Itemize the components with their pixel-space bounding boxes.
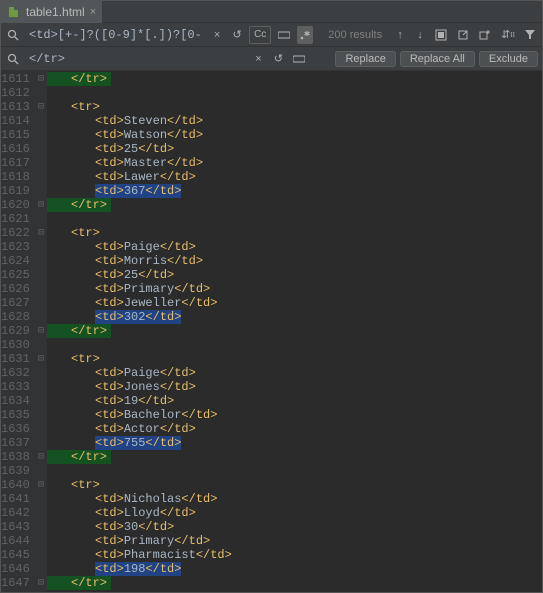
editor[interactable]: 1611161216131614161516161617161816191620… bbox=[1, 71, 542, 592]
prev-match-icon[interactable]: ↑ bbox=[392, 26, 408, 44]
result-count: 200 results bbox=[322, 29, 388, 41]
clear-find-icon[interactable]: × bbox=[209, 26, 225, 44]
find-bar: × ↺ Cc 200 results ↑ ↓ ⇵II bbox=[1, 23, 542, 47]
words-button[interactable] bbox=[275, 26, 293, 44]
replace-icon bbox=[5, 51, 21, 67]
history-icon[interactable]: ↺ bbox=[229, 26, 245, 44]
match-case-button[interactable]: Cc bbox=[249, 26, 271, 44]
search-icon bbox=[5, 27, 21, 43]
preserve-case-icon[interactable] bbox=[290, 50, 308, 68]
toggle-selection-icon[interactable]: ⇵II bbox=[498, 26, 518, 44]
add-selection-icon[interactable] bbox=[476, 26, 494, 44]
code-area[interactable]: </tr> <tr><td>Steven</td><td>Watson</td>… bbox=[47, 71, 542, 592]
clear-replace-icon[interactable]: × bbox=[250, 50, 266, 68]
html-file-icon bbox=[7, 5, 21, 19]
next-match-icon[interactable]: ↓ bbox=[412, 26, 428, 44]
tab-bar: table1.html × bbox=[1, 1, 542, 23]
replace-bar: × ↺ Replace Replace All Exclude bbox=[1, 47, 542, 71]
exclude-button[interactable]: Exclude bbox=[479, 51, 538, 67]
line-gutter: 1611161216131614161516161617161816191620… bbox=[1, 71, 35, 592]
close-tab-icon[interactable]: × bbox=[90, 6, 96, 18]
replace-all-button[interactable]: Replace All bbox=[400, 51, 475, 67]
filter-icon[interactable] bbox=[522, 26, 538, 44]
new-window-icon[interactable] bbox=[454, 26, 472, 44]
find-input[interactable] bbox=[25, 28, 205, 42]
replace-input[interactable] bbox=[25, 52, 246, 66]
select-all-icon[interactable] bbox=[432, 26, 450, 44]
regex-button[interactable] bbox=[297, 26, 313, 44]
fold-gutter: ⊟⊟⊟⊟⊟⊟⊟⊟⊟ bbox=[35, 71, 47, 592]
replace-button[interactable]: Replace bbox=[335, 51, 395, 67]
tab-filename: table1.html bbox=[26, 5, 85, 19]
file-tab[interactable]: table1.html × bbox=[1, 1, 102, 23]
replace-history-icon[interactable]: ↺ bbox=[270, 50, 286, 68]
